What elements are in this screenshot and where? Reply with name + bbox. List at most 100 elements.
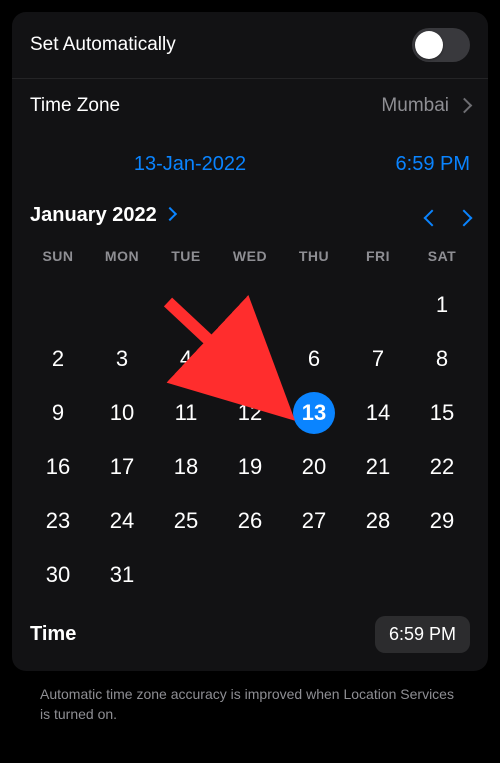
- day-cell[interactable]: 11: [154, 386, 218, 440]
- empty-cell: [346, 278, 410, 332]
- day-cell[interactable]: 3: [90, 332, 154, 386]
- day-number: 24: [101, 500, 143, 542]
- day-number: 18: [165, 446, 207, 488]
- day-number: 26: [229, 500, 271, 542]
- day-cell[interactable]: 7: [346, 332, 410, 386]
- dow-label: WED: [218, 242, 282, 278]
- day-cell[interactable]: 29: [410, 494, 474, 548]
- days-grid: 1234678910111213141516171819202122232425…: [26, 278, 474, 602]
- day-cell[interactable]: 8: [410, 332, 474, 386]
- chevron-left-icon: [426, 200, 438, 230]
- day-number: 16: [37, 446, 79, 488]
- day-cell[interactable]: 22: [410, 440, 474, 494]
- picker-nav: [426, 202, 470, 228]
- time-label: Time: [30, 623, 76, 646]
- empty-cell: [282, 278, 346, 332]
- day-number: 23: [37, 500, 79, 542]
- day-cell[interactable]: 6: [282, 332, 346, 386]
- day-cell[interactable]: 16: [26, 440, 90, 494]
- picker-header: January 2022: [26, 202, 474, 242]
- day-number: 25: [165, 500, 207, 542]
- day-number: 4: [165, 338, 207, 380]
- day-cell[interactable]: 1: [410, 278, 474, 332]
- day-cell[interactable]: 19: [218, 440, 282, 494]
- day-number: 14: [357, 392, 399, 434]
- day-cell[interactable]: 28: [346, 494, 410, 548]
- empty-cell: [218, 278, 282, 332]
- day-number: 9: [37, 392, 79, 434]
- dow-label: FRI: [346, 242, 410, 278]
- dow-label: SAT: [410, 242, 474, 278]
- day-number: 19: [229, 446, 271, 488]
- date-readout[interactable]: 13-Jan-2022: [30, 153, 350, 176]
- day-cell[interactable]: 25: [154, 494, 218, 548]
- empty-cell: [154, 278, 218, 332]
- day-number: 8: [421, 338, 463, 380]
- empty-cell: [26, 278, 90, 332]
- day-number: 15: [421, 392, 463, 434]
- day-cell[interactable]: 4: [154, 332, 218, 386]
- day-cell[interactable]: 15: [410, 386, 474, 440]
- prev-month-button[interactable]: [426, 202, 438, 228]
- chevron-right-icon: [458, 200, 470, 230]
- day-cell[interactable]: 2: [26, 332, 90, 386]
- month-year-button[interactable]: January 2022: [30, 204, 175, 227]
- dow-label: MON: [90, 242, 154, 278]
- day-cell[interactable]: 20: [282, 440, 346, 494]
- day-number: 28: [357, 500, 399, 542]
- time-button[interactable]: 6:59 PM: [375, 616, 470, 653]
- empty-cell: [90, 278, 154, 332]
- chevron-right-icon: [459, 95, 470, 117]
- set-automatically-row[interactable]: Set Automatically: [12, 12, 488, 79]
- next-month-button[interactable]: [458, 202, 470, 228]
- day-cell[interactable]: 17: [90, 440, 154, 494]
- day-number: 12: [229, 392, 271, 434]
- time-zone-label: Time Zone: [30, 95, 120, 117]
- day-cell[interactable]: 13: [282, 386, 346, 440]
- dow-label: SUN: [26, 242, 90, 278]
- chevron-right-icon: [165, 206, 175, 224]
- footnote-text: Automatic time zone accuracy is improved…: [12, 671, 488, 724]
- day-number: 20: [293, 446, 335, 488]
- day-number: 10: [101, 392, 143, 434]
- day-cell[interactable]: 12: [218, 386, 282, 440]
- toggle-knob: [415, 31, 443, 59]
- day-cell[interactable]: 21: [346, 440, 410, 494]
- day-number: 31: [101, 554, 143, 596]
- settings-card: Set Automatically Time Zone Mumbai 13-Ja…: [12, 12, 488, 671]
- day-cell[interactable]: 26: [218, 494, 282, 548]
- day-cell[interactable]: 10: [90, 386, 154, 440]
- day-number: 7: [357, 338, 399, 380]
- day-cell[interactable]: 14: [346, 386, 410, 440]
- time-zone-row[interactable]: Time Zone Mumbai: [12, 79, 488, 133]
- time-readout[interactable]: 6:59 PM: [350, 153, 470, 176]
- time-row: Time 6:59 PM: [12, 606, 488, 671]
- dow-label: TUE: [154, 242, 218, 278]
- day-number: 27: [293, 500, 335, 542]
- date-picker: January 2022 SUNMONTUEWEDTHUFRISAT 12346…: [12, 186, 488, 606]
- day-cell[interactable]: 23: [26, 494, 90, 548]
- day-number: 2: [37, 338, 79, 380]
- dow-label: THU: [282, 242, 346, 278]
- day-cell[interactable]: [218, 332, 282, 386]
- day-number: 30: [37, 554, 79, 596]
- day-number: 6: [293, 338, 335, 380]
- day-number: 21: [357, 446, 399, 488]
- day-cell[interactable]: 27: [282, 494, 346, 548]
- day-cell[interactable]: 24: [90, 494, 154, 548]
- day-of-week-header: SUNMONTUEWEDTHUFRISAT: [26, 242, 474, 278]
- day-cell[interactable]: 18: [154, 440, 218, 494]
- day-number: 1: [421, 284, 463, 326]
- day-cell[interactable]: 30: [26, 548, 90, 602]
- day-number: [229, 338, 271, 380]
- set-automatically-toggle[interactable]: [412, 28, 470, 62]
- day-number: 29: [421, 500, 463, 542]
- day-number: 17: [101, 446, 143, 488]
- day-number: 11: [165, 392, 207, 434]
- time-zone-value-wrap: Mumbai: [381, 95, 470, 117]
- day-cell[interactable]: 9: [26, 386, 90, 440]
- day-cell[interactable]: 31: [90, 548, 154, 602]
- time-zone-value: Mumbai: [381, 95, 449, 117]
- day-number: 13: [293, 392, 335, 434]
- day-number: 3: [101, 338, 143, 380]
